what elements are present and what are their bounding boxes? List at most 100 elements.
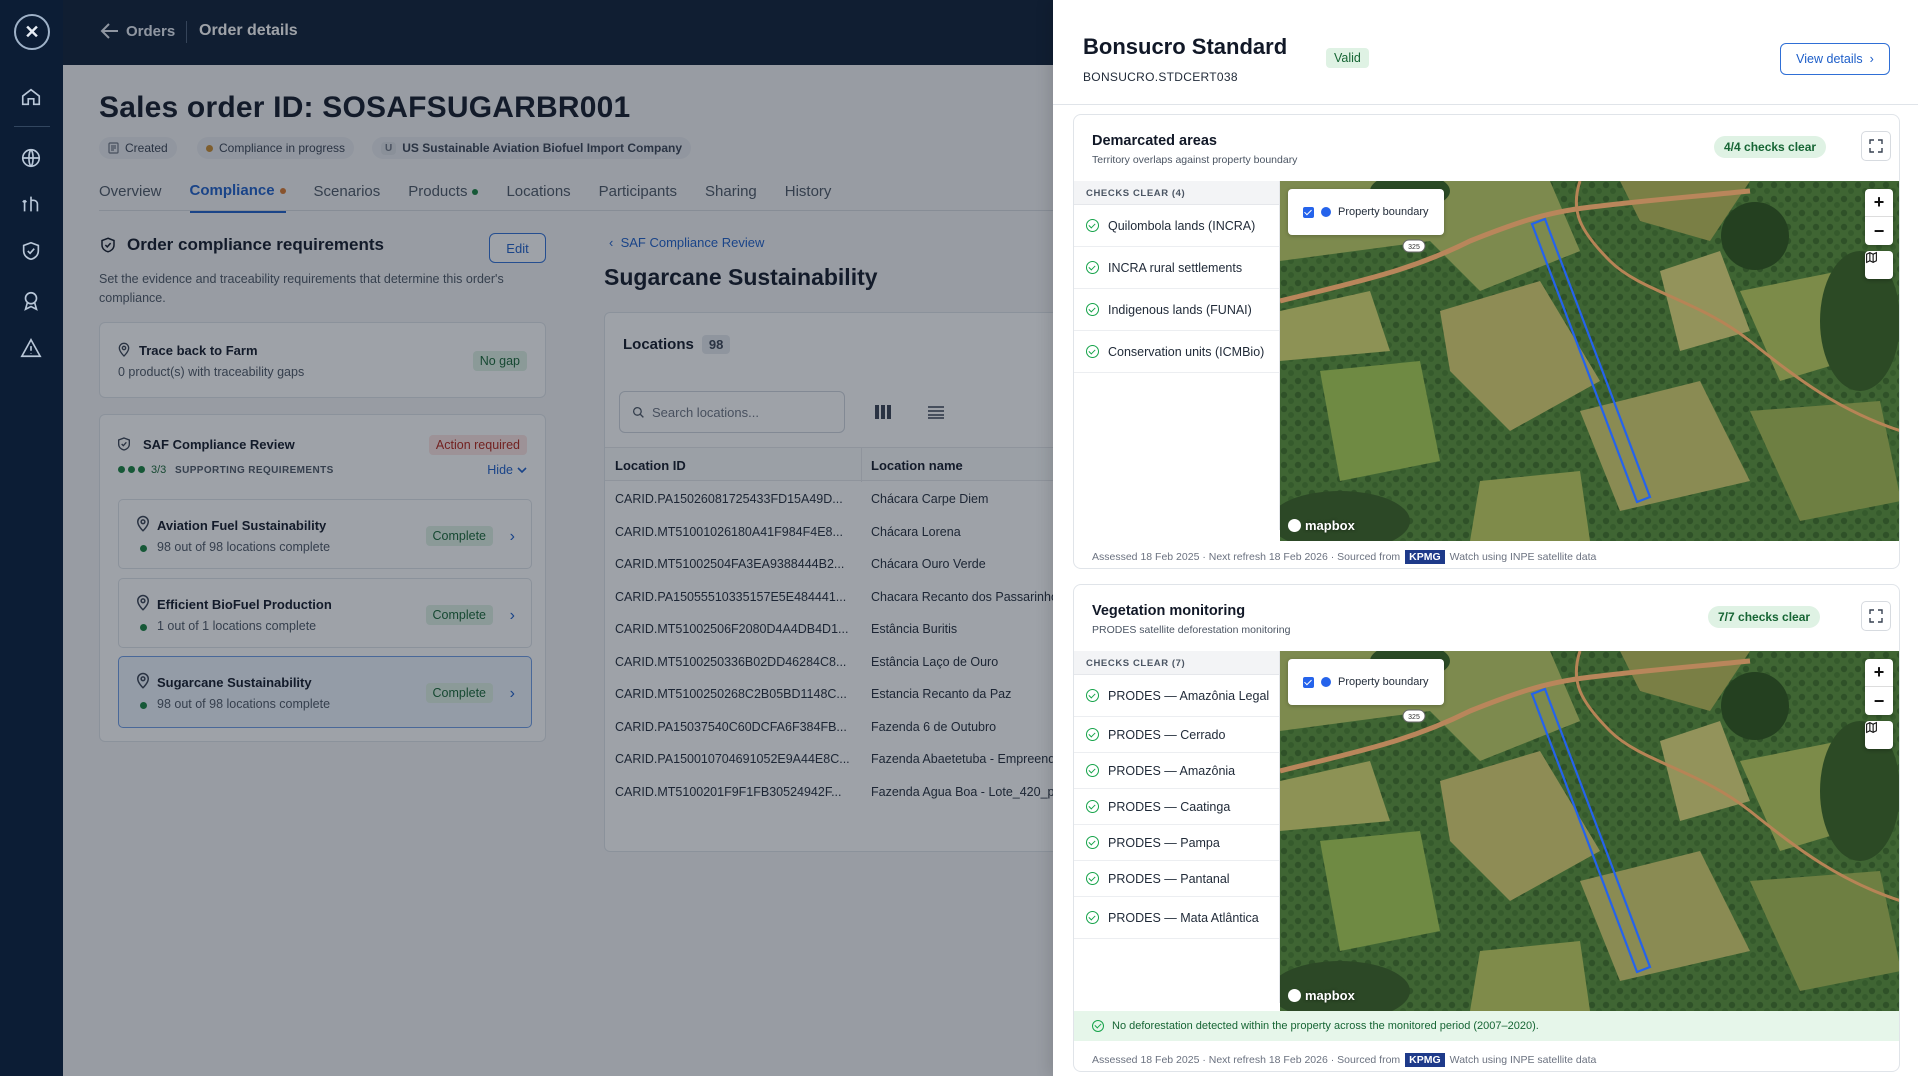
map-style-button[interactable] — [1865, 721, 1893, 749]
road-label: 325 — [1408, 244, 1420, 251]
topbar-separator — [186, 21, 187, 43]
table-row[interactable]: CARID.PA15037540C60DCFA6F384FB... Fazenda… — [605, 711, 1065, 743]
tab-history[interactable]: History — [785, 182, 832, 213]
sidebar: ✕ — [0, 0, 63, 1076]
check-item[interactable]: PRODES — Amazônia — [1074, 753, 1279, 789]
req-efficient-biofuel[interactable]: Efficient BioFuel Production 1 out of 1 … — [118, 578, 532, 648]
table-row[interactable]: CARID.PA15026081725433FD15A49D... Chácara… — [605, 483, 1065, 515]
table-row[interactable]: CARID.MT51002504FA3EA9388444B2... Chácara… — [605, 548, 1065, 580]
location-name-cell: Fazenda 6 de Outubro — [871, 719, 997, 734]
chevron-right-icon: › — [509, 685, 515, 702]
tab-compliance[interactable]: Compliance — [189, 182, 286, 213]
document-icon — [108, 142, 119, 154]
warning-icon[interactable] — [20, 337, 42, 359]
list-view-icon[interactable] — [927, 405, 945, 419]
table-row[interactable]: CARID.MT5100201F9F1FB30524942F... Fazenda… — [605, 776, 1065, 808]
zoom-out-button[interactable]: − — [1865, 217, 1893, 245]
check-item[interactable]: Indigenous lands (FUNAI) — [1074, 289, 1279, 331]
check-item[interactable]: PRODES — Cerrado — [1074, 717, 1279, 753]
shield-check-icon[interactable] — [20, 240, 42, 262]
check-circle-icon — [1086, 872, 1099, 885]
table-row[interactable]: CARID.MT51001026180A41F984F4E8... Chácara… — [605, 516, 1065, 548]
check-item[interactable]: Conservation units (ICMBio) — [1074, 331, 1279, 373]
breadcrumb[interactable]: ‹ SAF Compliance Review — [609, 235, 764, 250]
location-name-cell: Estância Buritis — [871, 622, 958, 636]
check-circle-icon — [1086, 911, 1099, 924]
table-row[interactable]: CARID.MT5100250268C2B05BD1148C... Estanci… — [605, 678, 1065, 710]
map-legend[interactable]: Property boundary — [1288, 659, 1444, 705]
check-circle-icon — [1086, 303, 1099, 316]
map-icon — [1866, 721, 1877, 734]
zoom-in-button[interactable]: + — [1865, 659, 1893, 687]
back-label: Orders — [126, 22, 176, 40]
globe-icon[interactable] — [20, 147, 42, 169]
complete-badge: Complete — [425, 526, 493, 546]
req-progress: 98 out of 98 locations complete — [157, 540, 331, 554]
view-details-button[interactable]: View details › — [1780, 43, 1890, 75]
kpmg-logo: KPMG — [1405, 1053, 1445, 1067]
edit-requirements-button[interactable]: Edit — [489, 233, 546, 263]
map-view[interactable]: 325 Property boundary + − mapbox — [1280, 651, 1899, 1011]
requirements-description: Set the evidence and traceability requir… — [99, 272, 504, 305]
checkbox-checked-icon[interactable] — [1303, 676, 1314, 688]
tabs-divider — [99, 210, 1053, 211]
zoom-controls: + − — [1865, 189, 1893, 245]
map-view[interactable]: 325 Property boundary + − mapbox — [1280, 181, 1899, 541]
home-icon[interactable] — [20, 86, 42, 108]
company-chip[interactable]: U US Sustainable Aviation Biofuel Import… — [372, 137, 692, 159]
panel-title: Demarcated areas — [1092, 133, 1217, 149]
zoom-in-button[interactable]: + — [1865, 189, 1893, 217]
tab-participants[interactable]: Participants — [599, 182, 677, 213]
hide-toggle[interactable]: Hide — [487, 463, 527, 477]
columns-view-icon[interactable] — [875, 405, 893, 419]
tab-sharing[interactable]: Sharing — [705, 182, 757, 213]
tab-overview[interactable]: Overview — [99, 182, 162, 213]
location-id-cell: CARID.MT51002504FA3EA9388444B2... — [615, 557, 845, 571]
check-circle-icon — [1086, 728, 1099, 741]
tab-locations[interactable]: Locations — [506, 182, 570, 213]
complete-badge: Complete — [425, 605, 493, 625]
app-logo[interactable]: ✕ — [14, 14, 50, 50]
panel-footer: Assessed 18 Feb 2025 · Next refresh 18 F… — [1092, 1053, 1597, 1067]
req-sugarcane[interactable]: Sugarcane Sustainability 98 out of 98 lo… — [118, 656, 532, 728]
panel-footer: Assessed 18 Feb 2025 · Next refresh 18 F… — [1092, 550, 1597, 564]
check-circle-icon — [1086, 345, 1099, 358]
vegetation-monitoring-panel: Vegetation monitoring PRODES satellite d… — [1073, 584, 1900, 1072]
search-input[interactable]: Search locations... — [619, 391, 845, 433]
check-item[interactable]: PRODES — Mata Atlântica — [1074, 897, 1279, 939]
check-item[interactable]: INCRA rural settlements — [1074, 247, 1279, 289]
tab-products[interactable]: Products — [408, 182, 479, 213]
table-row[interactable]: CARID.PA150010704691052E9A44E8C... Fazend… — [605, 743, 1065, 775]
zoom-out-button[interactable]: − — [1865, 687, 1893, 715]
tab-scenarios[interactable]: Scenarios — [314, 182, 381, 213]
trace-back-card[interactable]: Trace back to Farm 0 product(s) with tra… — [99, 322, 546, 398]
table-row[interactable]: CARID.PA15055510335157E5E484441... Chacar… — [605, 581, 1065, 613]
expand-icon[interactable] — [1861, 131, 1891, 161]
table-row[interactable]: CARID.MT5100250336B02DD46284C8... Estânci… — [605, 646, 1065, 678]
expand-icon[interactable] — [1861, 601, 1891, 631]
location-pin-icon — [136, 672, 150, 689]
checks-list: CHECKS CLEAR (4) Quilombola lands (INCRA… — [1074, 181, 1280, 530]
award-icon[interactable] — [20, 290, 42, 312]
check-item[interactable]: Quilombola lands (INCRA) — [1074, 205, 1279, 247]
check-circle-icon — [1086, 764, 1099, 777]
routes-icon[interactable] — [20, 193, 42, 215]
table-row[interactable]: CARID.MT51002506F2080D4A4DB4D1... Estânci… — [605, 613, 1065, 645]
products-status-dot — [472, 188, 479, 195]
check-item[interactable]: PRODES — Pampa — [1074, 825, 1279, 861]
table-header: Location ID Location name — [605, 447, 1065, 482]
chevron-down-icon — [517, 466, 527, 473]
saf-progress: 3/3 — [151, 464, 167, 476]
check-item[interactable]: PRODES — Amazônia Legal — [1074, 675, 1279, 717]
panel-subtitle: Territory overlaps against property boun… — [1092, 154, 1298, 166]
location-id-cell: CARID.MT5100250336B02DD46284C8... — [615, 654, 847, 669]
req-aviation-fuel[interactable]: Aviation Fuel Sustainability 98 out of 9… — [118, 499, 532, 569]
check-item[interactable]: PRODES — Pantanal — [1074, 861, 1279, 897]
map-legend[interactable]: Property boundary — [1288, 189, 1444, 235]
check-item[interactable]: PRODES — Caatinga — [1074, 789, 1279, 825]
back-to-orders-link[interactable]: Orders — [100, 22, 175, 40]
map-style-button[interactable] — [1865, 251, 1893, 279]
company-initial: U — [381, 141, 397, 155]
order-title: Sales order ID: SOSAFSUGARBR001 — [99, 91, 631, 124]
checkbox-checked-icon[interactable] — [1303, 206, 1314, 218]
